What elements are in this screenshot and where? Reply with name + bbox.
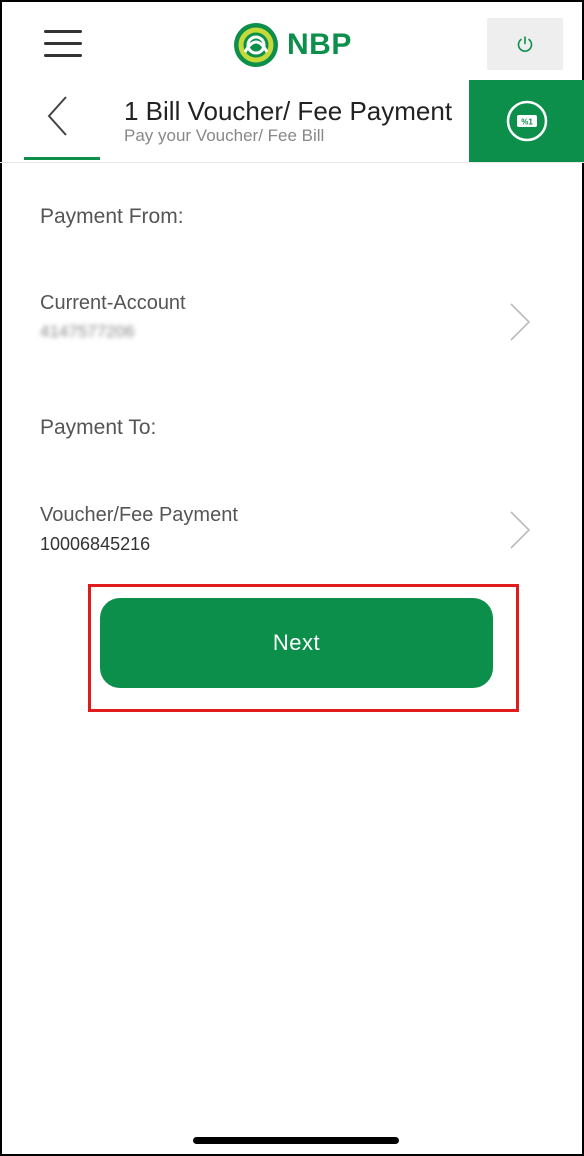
svg-text:%1: %1	[521, 118, 533, 127]
nbp-logo: NBP	[233, 20, 352, 70]
home-indicator[interactable]	[193, 1137, 399, 1144]
nbp-emblem-icon	[234, 23, 278, 67]
payee-reference: 10006845216	[40, 534, 151, 554]
hamburger-menu-icon[interactable]	[44, 30, 82, 58]
chevron-right-icon	[510, 511, 531, 549]
bill-percent-icon: %1	[506, 100, 547, 142]
bill-tab[interactable]: %1	[469, 80, 584, 162]
power-icon	[517, 36, 533, 52]
account-number: 4147577206	[40, 322, 135, 341]
brand-name: NBP	[287, 28, 352, 61]
account-type: Current-Account	[40, 292, 186, 314]
page-subtitle: Pay your Voucher/ Fee Bill	[124, 126, 325, 145]
chevron-right-icon	[510, 303, 531, 341]
screen-frame	[0, 0, 584, 1156]
back-underline	[24, 157, 100, 160]
app-header: NBP	[0, 0, 584, 80]
payment-from-label: Payment From:	[40, 205, 184, 228]
logout-button[interactable]	[487, 18, 563, 70]
payment-to-label: Payment To:	[40, 416, 157, 439]
next-button[interactable]: Next	[100, 598, 493, 688]
chevron-left-icon	[47, 96, 67, 136]
payee-name: Voucher/Fee Payment	[40, 504, 238, 526]
back-button[interactable]	[44, 94, 72, 138]
page-title: 1 Bill Voucher/ Fee Payment	[124, 96, 453, 126]
